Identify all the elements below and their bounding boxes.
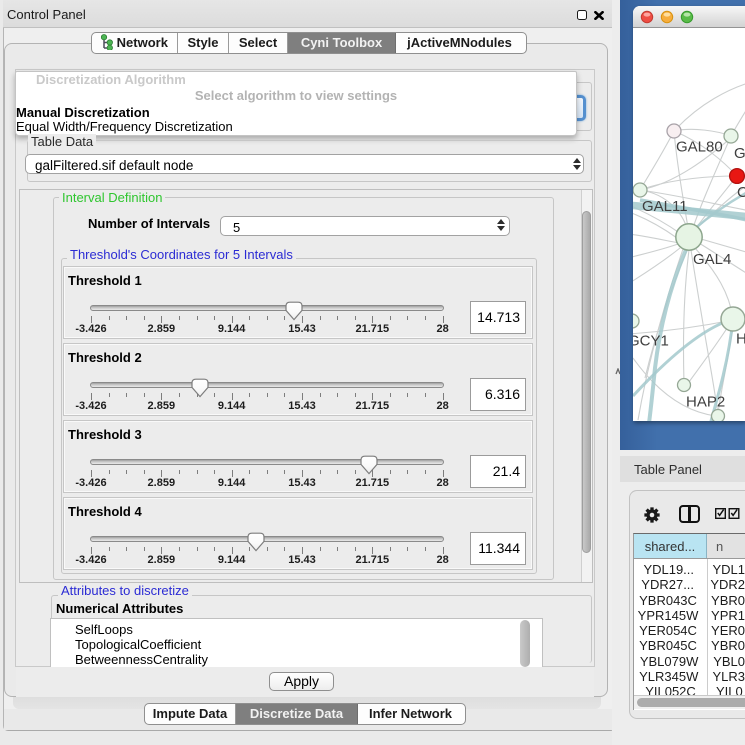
svg-text:H: H (736, 331, 745, 348)
svg-text:HAP2: HAP2 (686, 394, 725, 411)
svg-text:GA: GA (734, 145, 745, 162)
svg-text:GAL4: GAL4 (693, 251, 731, 268)
svg-text:GAL11: GAL11 (642, 198, 688, 215)
svg-text:C: C (737, 184, 745, 201)
svg-text:GCY1: GCY1 (633, 333, 669, 350)
svg-text:GAL80: GAL80 (676, 139, 723, 156)
